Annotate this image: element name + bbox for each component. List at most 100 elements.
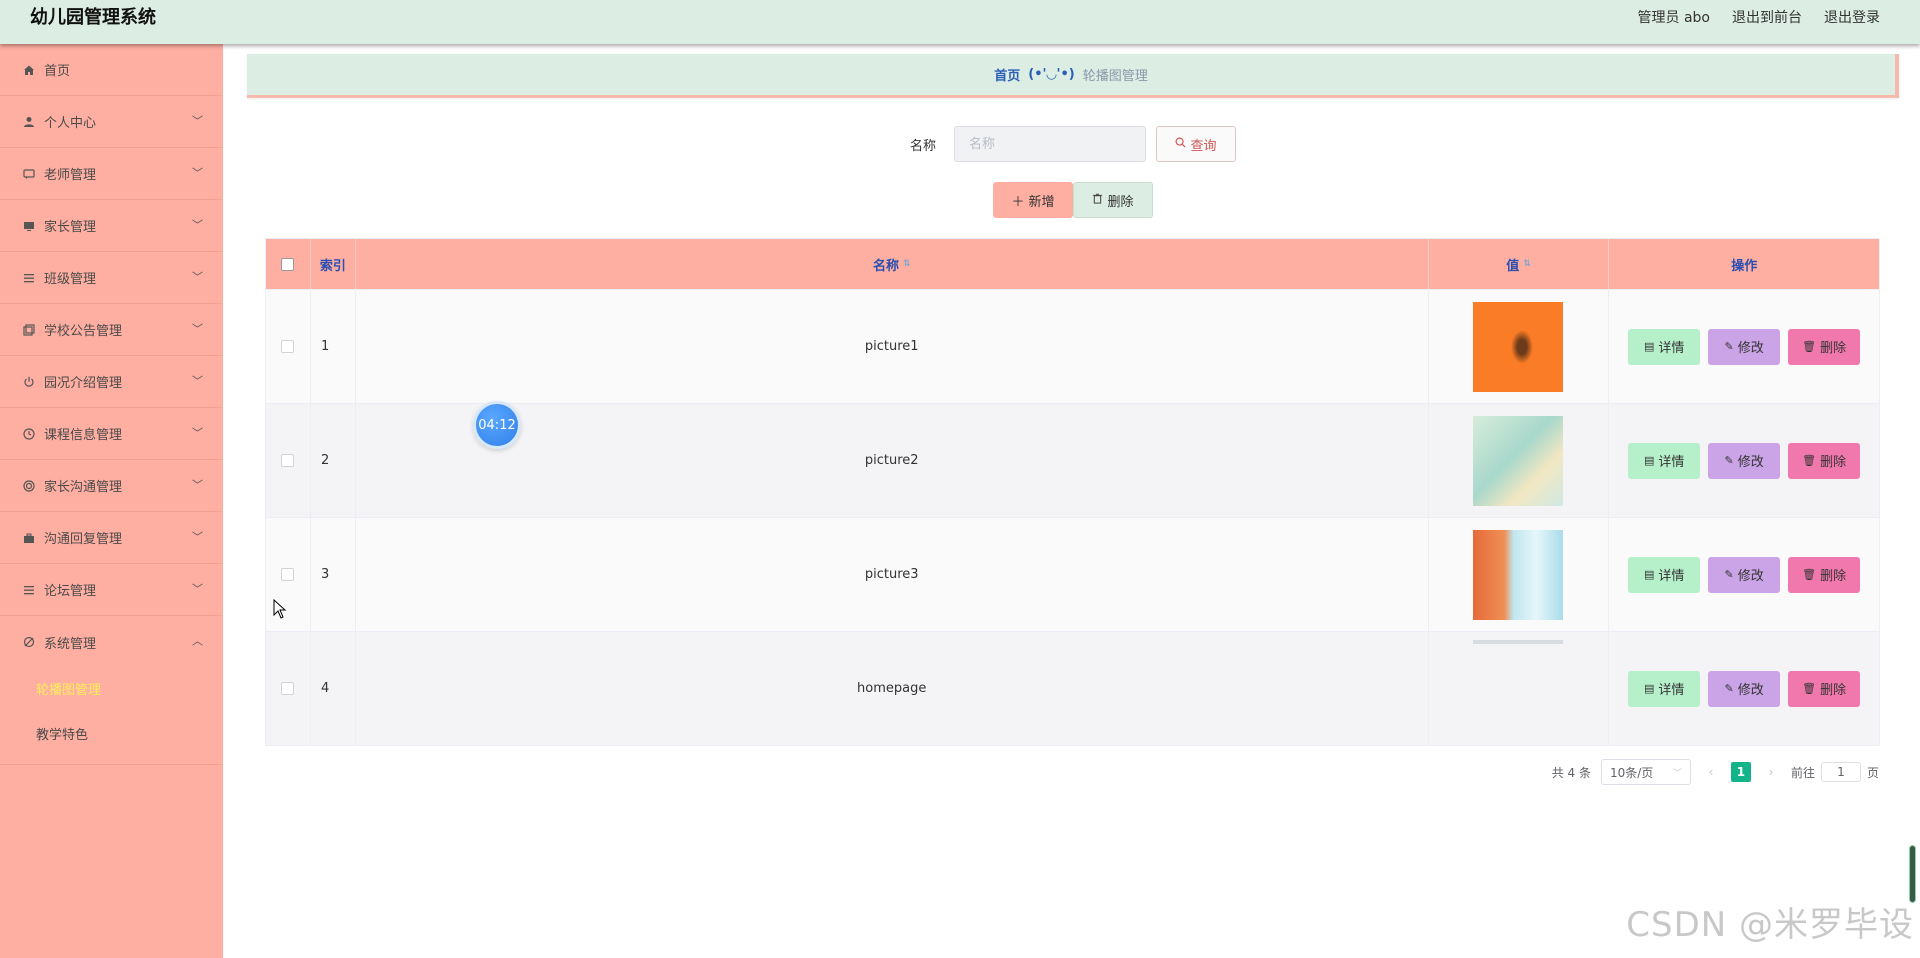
- table-header: 索引 名称 ⇅ 值 ⇅ 操作: [266, 239, 1879, 289]
- delete-button[interactable]: 🗑 删除: [1788, 556, 1861, 593]
- clock-icon: [22, 427, 36, 441]
- batch-delete-label: 删除: [1107, 194, 1134, 210]
- delete-label: 删除: [1820, 341, 1847, 356]
- delete-button[interactable]: 🗑 删除: [1788, 670, 1861, 707]
- sidebar-item-parents[interactable]: 家长管理 ﹀: [0, 200, 223, 252]
- next-page-button[interactable]: ›: [1761, 762, 1781, 782]
- header-index: 索引: [311, 239, 356, 289]
- thumbnail-image[interactable]: [1473, 415, 1564, 506]
- submenu-item-teaching-features[interactable]: 教学特色: [0, 713, 223, 758]
- row-value-cell: [1429, 290, 1610, 403]
- sidebar-item-label: 系统管理: [44, 636, 97, 652]
- row-checkbox[interactable]: [281, 454, 295, 467]
- goto-suffix: 页: [1866, 765, 1879, 780]
- row-checkbox[interactable]: [281, 568, 295, 581]
- pencil-icon: ✎: [1724, 568, 1734, 581]
- select-all-checkbox[interactable]: [281, 257, 295, 271]
- goto-prefix: 前往: [1790, 765, 1815, 780]
- detail-label: 详情: [1658, 341, 1685, 356]
- chevron-down-icon: ﹀: [192, 217, 203, 231]
- breadcrumb-home[interactable]: 首页: [994, 65, 1020, 84]
- sidebar-item-communication[interactable]: 家长沟通管理 ﹀: [0, 460, 223, 512]
- sidebar-item-teachers[interactable]: 老师管理 ﹀: [0, 148, 223, 200]
- chevron-down-icon: ﹀: [192, 373, 203, 387]
- mouse-cursor-icon: [273, 599, 287, 619]
- sidebar-item-forum[interactable]: 论坛管理 ﹀: [0, 564, 223, 616]
- document-icon: ▤: [1643, 568, 1655, 581]
- edit-button[interactable]: ✎ 修改: [1708, 670, 1781, 707]
- table-row: 4 homepage ▤ 详情 ✎ 修改 🗑 删除: [266, 631, 1879, 745]
- edit-button[interactable]: ✎ 修改: [1708, 328, 1781, 365]
- add-button[interactable]: ＋ 新增: [993, 182, 1073, 218]
- breadcrumb: 首页 (•'◡'•) 轮播图管理: [247, 54, 1899, 98]
- logout-link[interactable]: 退出登录: [1824, 0, 1880, 36]
- pencil-icon: ✎: [1724, 682, 1734, 695]
- document-icon: ▤: [1643, 454, 1655, 467]
- sort-icon[interactable]: ⇅: [903, 259, 911, 269]
- app-title: 幼儿园管理系统: [30, 7, 156, 28]
- back-to-frontend-link[interactable]: 退出到前台: [1732, 0, 1802, 36]
- search-input[interactable]: [954, 126, 1146, 162]
- row-name: picture3: [356, 518, 1429, 631]
- detail-label: 详情: [1658, 569, 1685, 584]
- thumbnail-image[interactable]: [1473, 529, 1564, 620]
- sidebar-item-announcements[interactable]: 学校公告管理 ﹀: [0, 304, 223, 356]
- detail-button[interactable]: ▤ 详情: [1628, 556, 1701, 593]
- header-value-label: 值: [1506, 258, 1520, 274]
- row-checkbox[interactable]: [281, 682, 295, 695]
- header-operations: 操作: [1731, 258, 1758, 274]
- sidebar-item-profile[interactable]: 个人中心 ﹀: [0, 96, 223, 148]
- row-value-cell: [1429, 632, 1610, 745]
- sidebar-item-label: 个人中心: [44, 116, 97, 131]
- sidebar-item-intro[interactable]: 园况介绍管理 ﹀: [0, 356, 223, 408]
- detail-button[interactable]: ▤ 详情: [1628, 670, 1701, 707]
- goto-page-input[interactable]: 1: [1820, 762, 1861, 782]
- detail-label: 详情: [1658, 683, 1685, 698]
- delete-button[interactable]: 🗑 删除: [1788, 442, 1861, 479]
- edit-button[interactable]: ✎ 修改: [1708, 556, 1781, 593]
- batch-delete-button[interactable]: 删除: [1073, 182, 1153, 218]
- sidebar-item-home[interactable]: 首页: [0, 44, 223, 96]
- row-name: picture1: [356, 290, 1429, 403]
- header-value[interactable]: 值 ⇅: [1429, 239, 1610, 289]
- search-icon: [1175, 137, 1186, 152]
- sidebar-item-system[interactable]: 系统管理 ︿: [0, 616, 223, 668]
- copy-icon: [22, 323, 36, 337]
- sidebar-item-label: 首页: [44, 64, 71, 79]
- edit-button[interactable]: ✎ 修改: [1708, 442, 1781, 479]
- thumbnail-image[interactable]: [1473, 640, 1564, 644]
- data-table: 索引 名称 ⇅ 值 ⇅ 操作 1 picture1 ▤ 详情 ✎ 修改 🗑 删除…: [265, 238, 1880, 746]
- page-size-select[interactable]: 10条/页 ﹀: [1600, 759, 1691, 785]
- scrollbar-thumb[interactable]: [1909, 845, 1916, 903]
- recording-timer-badge[interactable]: 04:12: [473, 401, 521, 449]
- trash-icon: 🗑: [1802, 568, 1817, 581]
- sort-icon[interactable]: ⇅: [1523, 259, 1531, 269]
- delete-label: 删除: [1820, 569, 1847, 584]
- action-bar: ＋ 新增 删除: [247, 182, 1899, 218]
- prev-page-button[interactable]: ‹: [1701, 762, 1721, 782]
- row-index: 1: [311, 290, 356, 403]
- row-actions: ▤ 详情 ✎ 修改 🗑 删除: [1609, 290, 1879, 403]
- table-row: 3 picture3 ▤ 详情 ✎ 修改 🗑 删除: [266, 517, 1879, 631]
- header-name[interactable]: 名称 ⇅: [356, 239, 1429, 289]
- detail-button[interactable]: ▤ 详情: [1628, 328, 1701, 365]
- delete-button[interactable]: 🗑 删除: [1788, 328, 1861, 365]
- row-actions: ▤ 详情 ✎ 修改 🗑 删除: [1609, 404, 1879, 517]
- row-checkbox[interactable]: [281, 340, 295, 353]
- chevron-down-icon: ﹀: [192, 477, 203, 491]
- query-button[interactable]: 查询: [1156, 126, 1236, 162]
- page-number-active[interactable]: 1: [1730, 762, 1751, 782]
- thumbnail-image[interactable]: [1473, 301, 1564, 392]
- settings-icon: [22, 635, 36, 649]
- sidebar-item-courses[interactable]: 课程信息管理 ﹀: [0, 408, 223, 460]
- sidebar-item-replies[interactable]: 沟通回复管理 ﹀: [0, 512, 223, 564]
- admin-user-link[interactable]: 管理员 abo: [1638, 0, 1710, 36]
- sidebar-item-classes[interactable]: 班级管理 ﹀: [0, 252, 223, 304]
- detail-button[interactable]: ▤ 详情: [1628, 442, 1701, 479]
- submenu-item-carousel[interactable]: 轮播图管理: [0, 668, 223, 713]
- chevron-down-icon: ﹀: [192, 113, 203, 127]
- chevron-down-icon: ﹀: [192, 425, 203, 439]
- user-icon: [22, 115, 36, 129]
- pagination: 共 4 条 10条/页 ﹀ ‹ 1 › 前往 1 页: [247, 758, 1899, 786]
- sidebar-item-label: 沟通回复管理: [44, 532, 123, 547]
